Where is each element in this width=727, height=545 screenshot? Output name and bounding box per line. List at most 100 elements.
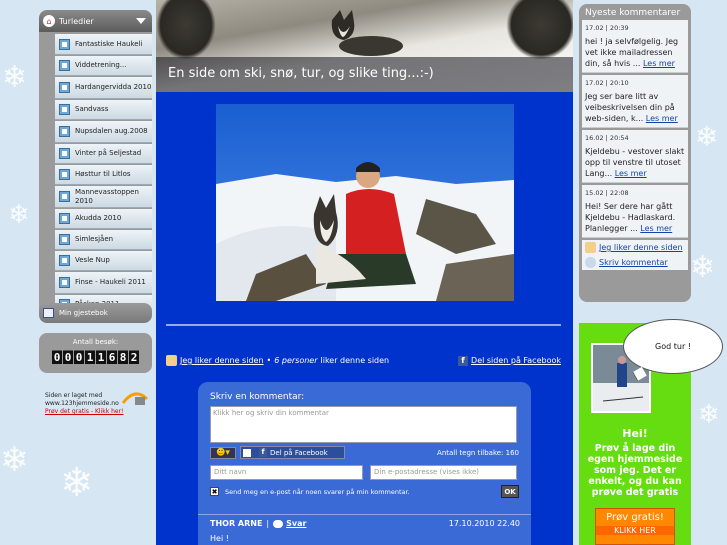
share-facebook[interactable]: f Del siden på Facebook — [458, 355, 561, 366]
notify-row: ✖ Send meg en e-post når noen svarer på … — [210, 485, 519, 498]
nav-item-label: Viddetrening... — [75, 61, 127, 69]
main-photo[interactable] — [216, 104, 514, 301]
comment-form: Skriv en kommentar: Klikk her og skriv d… — [198, 382, 531, 545]
nav-item[interactable]: Hardangervidda 2010 — [55, 77, 152, 99]
counter-digit: 0 — [52, 350, 62, 364]
facebook-icon: f — [259, 448, 267, 457]
page-icon — [59, 191, 70, 202]
snowflake-decoration: ❄ — [690, 250, 716, 285]
like-dot: • — [266, 356, 272, 365]
nav-item[interactable]: Vinter på Seljestad — [55, 144, 152, 164]
counter-digit: 1 — [96, 350, 106, 364]
nav-item-label: Mannevasstoppen 2010 — [75, 187, 139, 205]
email-field[interactable]: Din e-postadresse (vises ikke) — [370, 465, 517, 480]
facebook-icon: f — [458, 355, 469, 366]
read-more-link[interactable]: Les mer — [615, 169, 647, 178]
page-icon — [59, 169, 70, 180]
recent-comment: 17.02 | 20:39 hei ! ja selvfølgelig. Jeg… — [582, 20, 688, 73]
recent-comment-date: 17.02 | 20:39 — [585, 24, 629, 32]
try-free-link[interactable]: Prøv det gratis - Klikk her! — [45, 408, 123, 415]
site-builder-logo — [121, 392, 149, 405]
nav-item[interactable]: Høsttur til Litlos — [55, 165, 152, 185]
notify-label: Send meg en e-post når noen svarer på mi… — [225, 487, 410, 496]
like-page-link[interactable]: Jeg liker denne siden — [599, 243, 683, 252]
comment-textarea[interactable]: Klikk her og skriv din kommentar — [210, 406, 517, 443]
submit-button[interactable]: OK — [501, 485, 519, 498]
left-navigation: ⌂ Turledier Fantastiske Haukeli Viddetre… — [39, 10, 152, 318]
page-title: En side om ski, snø, tur, og slike ting.… — [168, 66, 434, 81]
snowflake-decoration: ❄ — [2, 60, 28, 95]
read-more-link[interactable]: Les mer — [646, 114, 678, 123]
recent-comments: Nyeste kommentarer 17.02 | 20:39 hei ! j… — [579, 4, 691, 302]
speech-bubble-icon — [273, 519, 284, 528]
nav-item[interactable]: Akudda 2010 — [55, 209, 152, 229]
like-bar: Jeg liker denne siden • 6 personer liker… — [166, 355, 561, 366]
facebook-share-checkbox[interactable] — [243, 448, 251, 457]
read-more-link[interactable]: Les mer — [643, 59, 675, 68]
nav-item-label: Hardangervidda 2010 — [75, 83, 152, 91]
comment-timestamp: 17.10.2010 22.40 — [448, 519, 520, 528]
nav-item[interactable]: Sandvass — [55, 100, 152, 120]
counter-digit: 2 — [129, 350, 139, 364]
ad-speech-bubble: God tur ! — [623, 319, 723, 374]
like-page-link[interactable]: Jeg liker denne siden — [180, 356, 264, 365]
reply-link[interactable]: Svar — [286, 519, 306, 528]
home-icon: ⌂ — [43, 15, 55, 27]
name-field[interactable]: Ditt navn — [210, 465, 363, 480]
page-icon — [59, 60, 70, 71]
page-icon — [59, 38, 70, 50]
nav-item[interactable]: Simlesjåen — [55, 230, 152, 250]
nav-item[interactable]: Nupsdalen aug.2008 — [55, 121, 152, 143]
write-comment-link[interactable]: Skriv kommentar — [599, 258, 668, 267]
recent-comments-title: Nyeste kommentarer — [585, 8, 681, 18]
try-free-button[interactable]: Prøv gratis! KLIKK HER — [595, 508, 675, 545]
page-icon — [59, 277, 70, 288]
nav-item[interactable]: Fantastiske Haukeli — [55, 34, 152, 55]
nav-item-label: Sandvass — [75, 105, 109, 113]
nav-item[interactable]: Mannevasstoppen 2010 — [55, 186, 152, 208]
comment-entry-header: THOR ARNE | Svar 17.10.2010 22.40 — [210, 519, 520, 528]
nav-item[interactable]: Viddetrening... — [55, 56, 152, 76]
comment-text: Hei ! — [210, 534, 229, 543]
nav-list: Fantastiske Haukeli Viddetrening... Hard… — [39, 32, 152, 318]
ad-text: Prøv å lage din egen hjemmeside som jeg.… — [587, 443, 683, 498]
counter-digit: 0 — [74, 350, 84, 364]
comment-tools: ☻▾ f Del på Facebook Antall tegn tilbake… — [210, 446, 519, 459]
comment-form-title: Skriv en kommentar: — [210, 392, 305, 402]
snowflake-decoration: ❄ — [695, 120, 719, 153]
book-icon — [43, 308, 54, 318]
nav-item-label: Akudda 2010 — [75, 214, 122, 222]
recent-comment-date: 17.02 | 20:10 — [585, 79, 629, 87]
photo-skier-with-dog — [216, 104, 514, 301]
counter-digit: 8 — [118, 350, 128, 364]
read-more-link[interactable]: Les mer — [640, 224, 672, 233]
banner-dog-image — [331, 10, 403, 56]
guestbook-link[interactable]: Min gjestebok — [39, 303, 152, 323]
snowflake-decoration: ❄ — [60, 460, 94, 506]
nav-item[interactable]: Finse - Haukeli 2011 — [55, 272, 152, 294]
page-icon — [59, 104, 70, 115]
nav-item-label: Nupsdalen aug.2008 — [75, 127, 148, 135]
made-with-badge[interactable]: Siden er laget med www.123hjemmeside.no … — [45, 392, 155, 415]
nav-item-label: Høsttur til Litlos — [75, 170, 131, 178]
recent-comment: 17.02 | 20:10 Jeg ser bare litt av veibe… — [582, 75, 688, 128]
notify-checkbox[interactable]: ✖ — [210, 487, 219, 496]
chars-remaining: Antall tegn tilbake: 160 — [437, 448, 519, 457]
counter-digit: 1 — [85, 350, 95, 364]
main-content: En side om ski, snø, tur, og slike ting.… — [156, 0, 573, 545]
ad-greeting: Hei! — [622, 427, 648, 440]
banner-tree — [156, 0, 216, 60]
share-facebook-link[interactable]: Del siden på Facebook — [471, 356, 561, 365]
divider — [166, 324, 561, 326]
nav-item-label: Simlesjåen — [75, 235, 114, 243]
emoji-picker[interactable]: ☻▾ — [210, 446, 236, 459]
snowflake-decoration: ❄ — [8, 200, 30, 230]
comment-author: THOR ARNE — [210, 519, 263, 528]
nav-header[interactable]: ⌂ Turledier — [39, 10, 152, 32]
promo-ad[interactable]: God tur ! Hei! Prøv å lage din egen hjem… — [579, 319, 723, 545]
counter-digits: 0 0 0 1 1 6 8 2 — [39, 350, 152, 364]
comment-inputs: Ditt navn Din e-postadresse (vises ikke) — [210, 465, 519, 480]
recent-comment-date: 16.02 | 20:54 — [585, 134, 629, 142]
facebook-share-toggle[interactable]: f Del på Facebook — [240, 446, 345, 459]
nav-item[interactable]: Vesle Nup — [55, 251, 152, 271]
